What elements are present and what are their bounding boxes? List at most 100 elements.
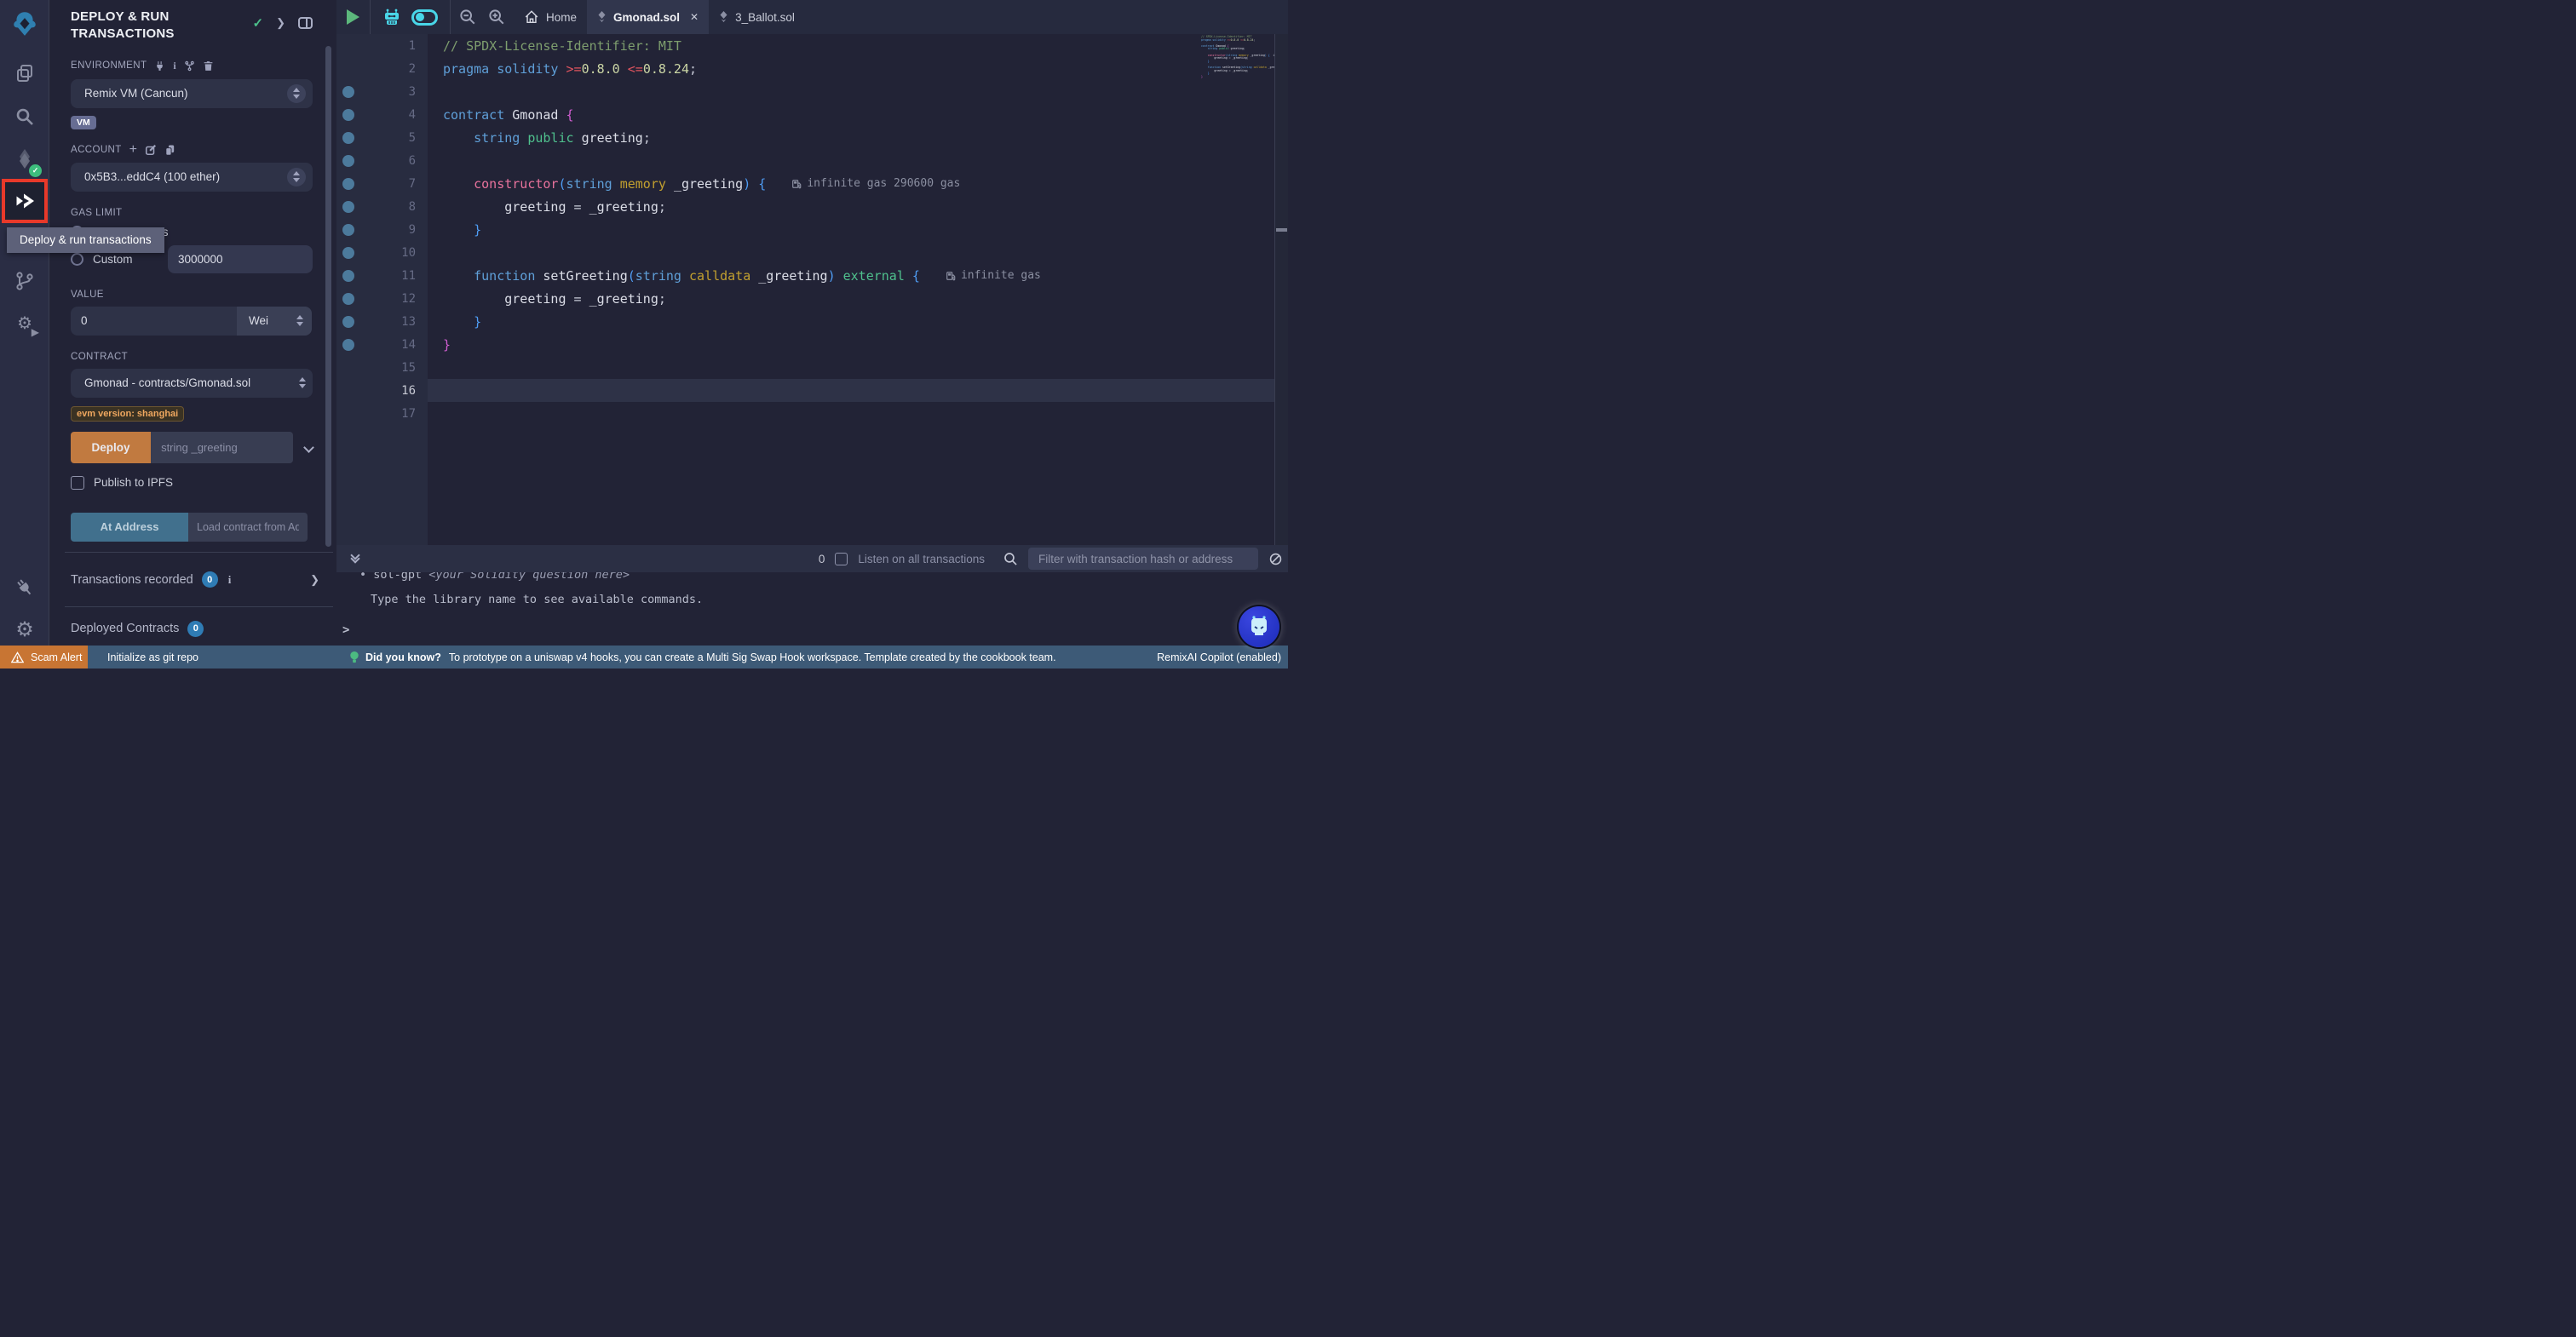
plugin-runner-icon[interactable]: ⚙ ▶ (0, 308, 49, 339)
code-line: function setGreeting(string calldata _gr… (428, 264, 1274, 287)
gutter-row[interactable]: 11 (336, 264, 428, 287)
gutter-dot-icon (342, 201, 354, 213)
zoom-in-icon[interactable] (488, 9, 505, 26)
clear-console-icon[interactable] (1268, 552, 1283, 566)
terminal-prompt[interactable]: > (342, 623, 1288, 637)
gutter-row[interactable]: 17 (336, 402, 428, 425)
line-number: 9 (409, 223, 416, 237)
gutter-row[interactable]: 14 (336, 333, 428, 356)
file-explorer-icon[interactable] (0, 58, 49, 89)
expand-constructor-icon[interactable] (303, 442, 314, 453)
terminal-search-icon[interactable] (1003, 552, 1018, 566)
panel-title: DEPLOY & RUN TRANSACTIONS (71, 9, 233, 43)
settings-icon[interactable]: ⚙ (0, 615, 49, 646)
terminal-collapse-icon[interactable] (352, 555, 359, 562)
remix-logo-icon[interactable] (0, 9, 49, 39)
environment-info-icon[interactable]: i (173, 60, 176, 72)
transaction-filter-input[interactable] (1028, 548, 1258, 570)
gutter-row[interactable]: 2 (336, 57, 428, 80)
gutter-row[interactable]: 13 (336, 310, 428, 333)
deploy-run-icon[interactable] (5, 182, 44, 220)
solidity-compiler-icon[interactable]: ✓ (0, 143, 49, 174)
custom-gas-option[interactable]: Custom (71, 253, 168, 266)
custom-gas-radio[interactable] (71, 253, 83, 266)
gutter-row[interactable]: 1 (336, 34, 428, 57)
publish-ipfs-option[interactable]: Publish to IPFS (71, 476, 313, 490)
line-number: 1 (409, 39, 416, 53)
at-address-button[interactable]: At Address (71, 513, 188, 542)
warning-icon (11, 651, 24, 663)
remix-ai-assistant-button[interactable] (1239, 606, 1279, 647)
gutter-dot-icon (342, 109, 354, 121)
editor-gutter: 1234567891011121314151617 (336, 34, 428, 545)
pin-panel-icon[interactable] (298, 17, 313, 29)
gutter-row[interactable]: 4 (336, 103, 428, 126)
transactions-recorded-section[interactable]: Transactions recorded 0 i ❯ (50, 553, 336, 606)
constructor-arg-input[interactable] (151, 432, 293, 463)
gutter-row[interactable]: 5 (336, 126, 428, 149)
plugin-manager-icon[interactable] (0, 572, 49, 603)
value-unit-select[interactable]: Wei (237, 307, 312, 336)
git-icon[interactable] (0, 266, 49, 296)
panel-collapse-icon[interactable]: ❯ (276, 16, 285, 30)
terminal-output[interactable]: • sol-gpt <your Solidity question here> … (336, 572, 1288, 646)
tab-ballot[interactable]: 3_Ballot.sol (709, 0, 805, 34)
scrollbar-thumb[interactable] (1276, 228, 1287, 232)
contract-select[interactable]: Gmonad - contracts/Gmonad.sol (71, 369, 313, 398)
publish-ipfs-checkbox[interactable] (71, 476, 84, 490)
search-icon[interactable] (0, 101, 49, 132)
code-line (428, 241, 1274, 264)
scam-alert-button[interactable]: Scam Alert (0, 646, 88, 668)
copilot-status[interactable]: RemixAI Copilot (enabled) (1157, 651, 1288, 663)
close-tab-icon[interactable]: ✕ (690, 11, 699, 23)
git-init-button[interactable]: Initialize as git repo (107, 651, 198, 663)
sign-message-icon[interactable] (145, 144, 157, 156)
delete-state-icon[interactable] (203, 60, 214, 72)
run-script-button[interactable] (347, 9, 359, 25)
gutter-dot-icon (342, 224, 354, 236)
account-select[interactable]: 0x5B3...eddC4 (100 ether) (71, 163, 313, 192)
gutter-row[interactable]: 9 (336, 218, 428, 241)
evm-version-badge: evm version: shanghai (71, 406, 184, 422)
gutter-row[interactable]: 10 (336, 241, 428, 264)
code-editor[interactable]: 1234567891011121314151617 // SPDX-Licens… (336, 34, 1288, 545)
ai-assistant-icon[interactable] (382, 8, 401, 26)
tab-home[interactable]: Home (514, 0, 587, 34)
status-bar: Scam Alert Initialize as git repo Did yo… (0, 646, 1288, 668)
gutter-row[interactable]: 3 (336, 80, 428, 103)
copilot-toggle[interactable] (411, 9, 438, 26)
editor-scrollbar[interactable] (1274, 34, 1288, 545)
tab-gmonad[interactable]: Gmonad.sol ✕ (587, 0, 709, 34)
gutter-dot-icon (342, 178, 354, 190)
copy-account-icon[interactable] (164, 144, 175, 156)
code-line (428, 149, 1274, 172)
fork-environment-icon[interactable] (184, 60, 195, 72)
gutter-row[interactable]: 7 (336, 172, 428, 195)
chevron-right-icon[interactable]: ❯ (310, 573, 319, 587)
gutter-row[interactable]: 8 (336, 195, 428, 218)
gutter-row[interactable]: 16 (336, 379, 428, 402)
deployed-count-badge: 0 (187, 621, 204, 637)
environment-select[interactable]: Remix VM (Cancun) (71, 79, 313, 108)
line-number: 6 (409, 154, 416, 168)
custom-gas-input[interactable] (168, 245, 313, 273)
add-account-icon[interactable]: + (129, 146, 138, 154)
deploy-button[interactable]: Deploy (71, 432, 151, 463)
gutter-row[interactable]: 6 (336, 149, 428, 172)
gutter-row[interactable]: 12 (336, 287, 428, 310)
connect-plug-icon[interactable] (154, 60, 165, 72)
minimap[interactable]: // SPDX-License-Identifier: MITpragma so… (1201, 34, 1274, 94)
deployed-contracts-section[interactable]: Deployed Contracts 0 (50, 607, 336, 650)
transactions-info-icon[interactable]: i (228, 573, 232, 587)
zoom-out-icon[interactable] (459, 9, 476, 26)
code-line: greeting = _greeting; (428, 287, 1274, 310)
code-line: } (428, 218, 1274, 241)
listen-all-checkbox[interactable] (835, 553, 848, 565)
code-line: contract Gmonad { (428, 103, 1274, 126)
at-address-input[interactable] (188, 513, 308, 542)
panel-scrollbar[interactable] (325, 46, 331, 547)
did-you-know-tip: Did you know? To prototype on a uniswap … (349, 651, 1056, 663)
code-content: // SPDX-License-Identifier: MITpragma so… (428, 34, 1274, 545)
gutter-row[interactable]: 15 (336, 356, 428, 379)
value-input[interactable] (71, 307, 237, 336)
